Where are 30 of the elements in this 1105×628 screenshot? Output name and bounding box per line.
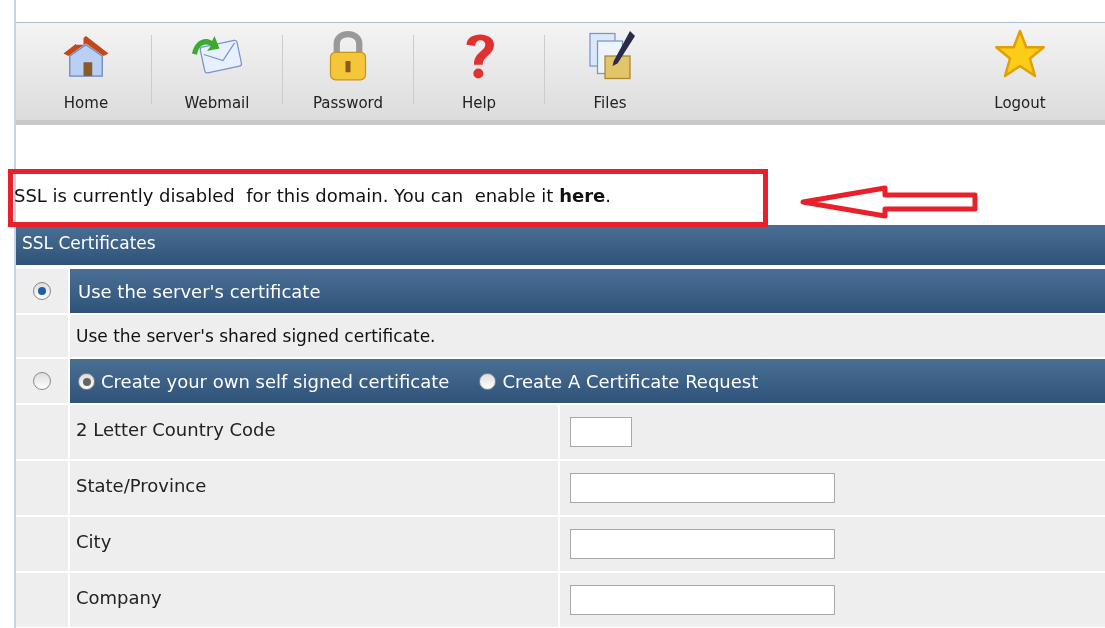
input-field[interactable]: [570, 473, 835, 503]
description-cell: Use the server's shared signed certificate.: [70, 315, 1105, 357]
field-label: City: [70, 517, 558, 571]
table-cell: [16, 461, 68, 515]
table-cell: [16, 517, 68, 571]
here-link[interactable]: here: [559, 185, 606, 206]
option-label[interactable]: Create A Certificate Request: [502, 370, 759, 392]
radio-button[interactable]: [33, 282, 51, 300]
table-cell: [16, 315, 68, 357]
radio-button[interactable]: [479, 372, 497, 390]
field-label: Company: [70, 573, 558, 627]
field-label: State/Province: [70, 461, 558, 515]
option-title: Use the server's certificate: [78, 280, 321, 302]
field-label: 2 Letter Country Code: [70, 405, 558, 459]
table-cell: [16, 405, 68, 459]
input-field[interactable]: [570, 417, 632, 447]
radio-button[interactable]: [33, 372, 51, 390]
panel-header: SSL Certificates: [16, 225, 1105, 265]
option-label[interactable]: Create your own self signed certificate: [101, 370, 450, 392]
toolbar-button[interactable]: Files: [545, 23, 675, 120]
toolbar-button[interactable]: Logout: [955, 23, 1085, 120]
input-field[interactable]: [570, 529, 835, 559]
input-field[interactable]: [570, 585, 835, 615]
radio-button[interactable]: [78, 372, 95, 390]
table-cell: [16, 573, 68, 627]
toolbar-button[interactable]: Password: [283, 23, 413, 120]
toolbar-button[interactable]: Home: [21, 23, 151, 120]
toolbar-button[interactable]: Help: [414, 23, 544, 120]
notice-text: SSL is currently disabled for this domain. You can enable it here.: [14, 185, 611, 206]
toolbar-button[interactable]: Webmail: [152, 23, 282, 120]
